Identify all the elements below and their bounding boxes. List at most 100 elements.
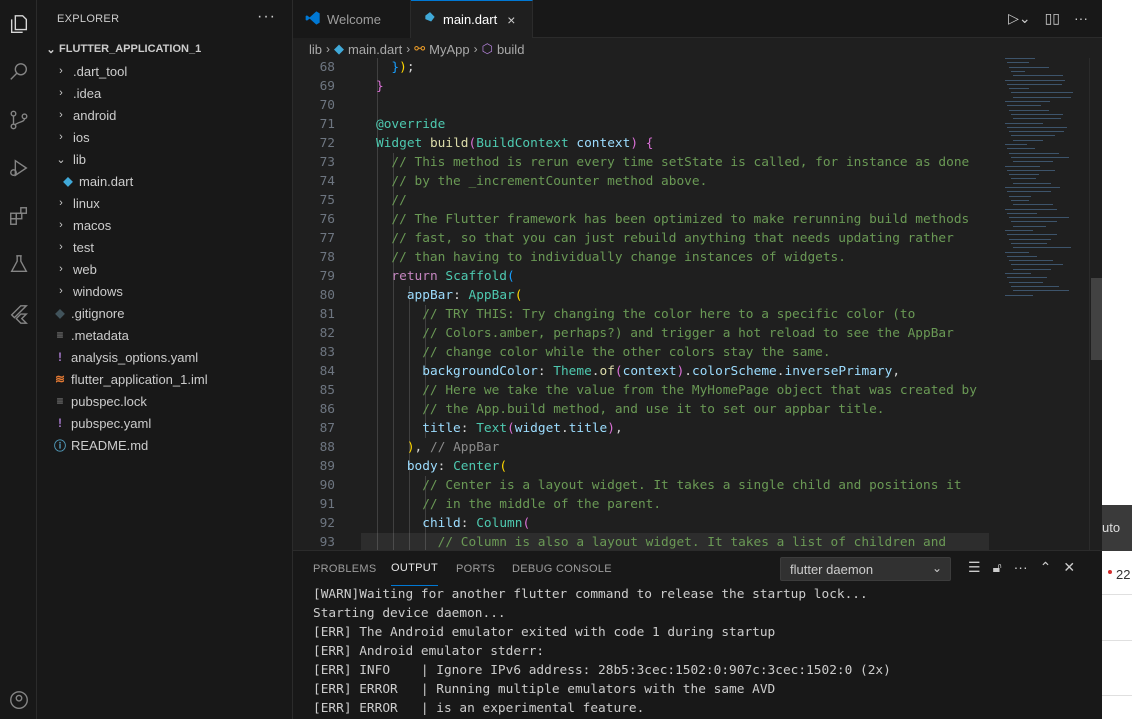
tab-problems[interactable]: PROBLEMS (313, 551, 377, 587)
chevron-down-icon: ⌄ (56, 153, 66, 166)
file-tree-item[interactable]: ◆ .gitignore (37, 302, 292, 324)
run-icon[interactable]: ▷⌄ (1008, 10, 1031, 27)
close-panel-icon[interactable]: ✕ (1063, 559, 1075, 576)
source-control-icon[interactable] (0, 100, 37, 140)
file-tree-item[interactable]: › web (37, 258, 292, 280)
line-number: 80 (319, 288, 335, 303)
line-number: 83 (319, 345, 335, 360)
line-number: 68 (319, 60, 335, 75)
tab-output[interactable]: OUTPUT (391, 551, 439, 586)
info-icon: ⓘ (53, 438, 66, 453)
line-number: 77 (319, 231, 335, 246)
minimap-line (1007, 83, 1062, 85)
file-tree-item[interactable]: ⌄ lib (37, 148, 292, 170)
minimap-line (1005, 79, 1065, 81)
more-icon[interactable]: ··· (1014, 559, 1028, 576)
line-number: 84 (319, 364, 335, 379)
file-tree-item[interactable]: ⓘ README.md (37, 434, 292, 456)
account-icon[interactable] (0, 680, 37, 719)
line-number: 69 (319, 79, 335, 94)
code-editor[interactable]: 68 }); 69} 70 71 @override 72 Widget build… (293, 58, 1102, 550)
extensions-icon[interactable] (0, 196, 37, 236)
code-text: // (376, 193, 407, 208)
chevron-down-icon: ⌄ (931, 561, 942, 575)
minimap-line (1011, 199, 1029, 201)
code-line: 73 // This method is rerun every time se… (293, 153, 993, 172)
file-tree-item[interactable]: ! analysis_options.yaml (37, 346, 292, 368)
breadcrumb-class[interactable]: MyApp (429, 42, 469, 57)
code-text: Widget build(BuildContext context) { (376, 136, 654, 151)
file-tree-item[interactable]: › linux (37, 192, 292, 214)
breadcrumb-file[interactable]: main.dart (348, 42, 402, 57)
code-text: // change color while the other colors s… (376, 345, 831, 360)
maximize-panel-icon[interactable]: ⌃ (1040, 559, 1052, 576)
flutter-icon[interactable] (0, 294, 37, 334)
minimap-line (1007, 234, 1057, 236)
editor-scrollbar[interactable] (1089, 58, 1102, 550)
chevron-right-icon: › (59, 87, 63, 99)
output-channel-select[interactable]: flutter daemon ⌄ (780, 557, 951, 581)
code-line: 71 @override (293, 115, 993, 134)
tab-main-dart[interactable]: main.dart × (411, 0, 533, 38)
more-icon[interactable]: ··· (1074, 10, 1088, 27)
minimap-line (1007, 255, 1037, 257)
code-line: 86 // the App.build method, and use it t… (293, 400, 993, 419)
file-tree-item[interactable]: ≡ pubspec.lock (37, 390, 292, 412)
line-number: 75 (319, 193, 335, 208)
minimap-line (1007, 191, 1051, 193)
file-tree-item[interactable]: › .dart_tool (37, 60, 292, 82)
code-text: // fast, so that you can just rebuild an… (376, 231, 954, 246)
file-tree-item[interactable]: › macos (37, 214, 292, 236)
explorer-icon[interactable] (0, 4, 37, 44)
code-text: // by the _incrementCounter method above… (376, 174, 708, 189)
scroll-thumb[interactable] (1091, 278, 1102, 360)
file-tree-item[interactable]: › .idea (37, 82, 292, 104)
code-text: return Scaffold( (391, 269, 515, 284)
file-tree-item[interactable]: ≋ flutter_application_1.iml (37, 368, 292, 390)
minimap-line (1009, 88, 1029, 90)
split-editor-icon[interactable]: ▯▯ (1045, 10, 1060, 27)
search-icon[interactable] (0, 52, 37, 92)
code-line: 78 // than having to individually change… (293, 248, 993, 267)
file-tree-item[interactable]: › ios (37, 126, 292, 148)
minimap-line (1009, 238, 1051, 240)
file-tree-label: linux (73, 195, 100, 211)
file-tree-label: .gitignore (71, 305, 125, 321)
breadcrumb-method[interactable]: build (497, 42, 524, 57)
breadcrumb-lib[interactable]: lib (309, 42, 322, 57)
code-line: 88 ), // AppBar (293, 438, 993, 457)
file-tree-item[interactable]: ◆ main.dart (37, 170, 292, 192)
file-tree-item[interactable]: ≡ .metadata (37, 324, 292, 346)
more-actions-icon[interactable]: ··· (257, 8, 276, 26)
code-text: title: Text(widget.title), (422, 421, 623, 436)
minimap-line (1013, 204, 1053, 206)
output-line: [ERR] ERROR | is an experimental feature… (313, 701, 645, 716)
code-text: // Center is a layout widget. It takes a… (376, 478, 962, 493)
run-debug-icon[interactable] (0, 148, 37, 188)
chevron-right-icon: › (59, 109, 63, 121)
filter-list-icon[interactable]: ☰ (968, 559, 981, 576)
file-tree-item[interactable]: › android (37, 104, 292, 126)
file-tree-item[interactable]: › test (37, 236, 292, 258)
close-icon[interactable]: × (507, 12, 515, 28)
file-tree-item[interactable]: ! pubspec.yaml (37, 412, 292, 434)
breadcrumb-separator: › (326, 42, 331, 56)
workspace-folder[interactable]: ⌄ FLUTTER_APPLICATION_1 (37, 38, 292, 60)
tab-ports[interactable]: PORTS (456, 551, 495, 587)
testing-icon[interactable] (0, 244, 37, 284)
minimap-line (1013, 161, 1053, 163)
chevron-right-icon: › (59, 197, 63, 209)
yaml-icon: ! (58, 350, 62, 364)
minimap[interactable] (1003, 58, 1089, 308)
tab-welcome[interactable]: Welcome (293, 0, 411, 38)
file-tree-label: README.md (71, 437, 149, 453)
file-lines-icon: ≡ (56, 328, 64, 342)
minimap-line (1007, 277, 1047, 279)
minimap-line (1009, 195, 1031, 197)
file-tree-item[interactable]: › windows (37, 280, 292, 302)
rss-icon: ≋ (54, 372, 66, 386)
tab-debug-console[interactable]: DEBUG CONSOLE (512, 551, 612, 587)
lock-icon[interactable]: 🔓︎ (993, 559, 1002, 576)
output-line: [ERR] Android emulator stderr: (313, 644, 545, 659)
code-line: 69} (293, 77, 993, 96)
